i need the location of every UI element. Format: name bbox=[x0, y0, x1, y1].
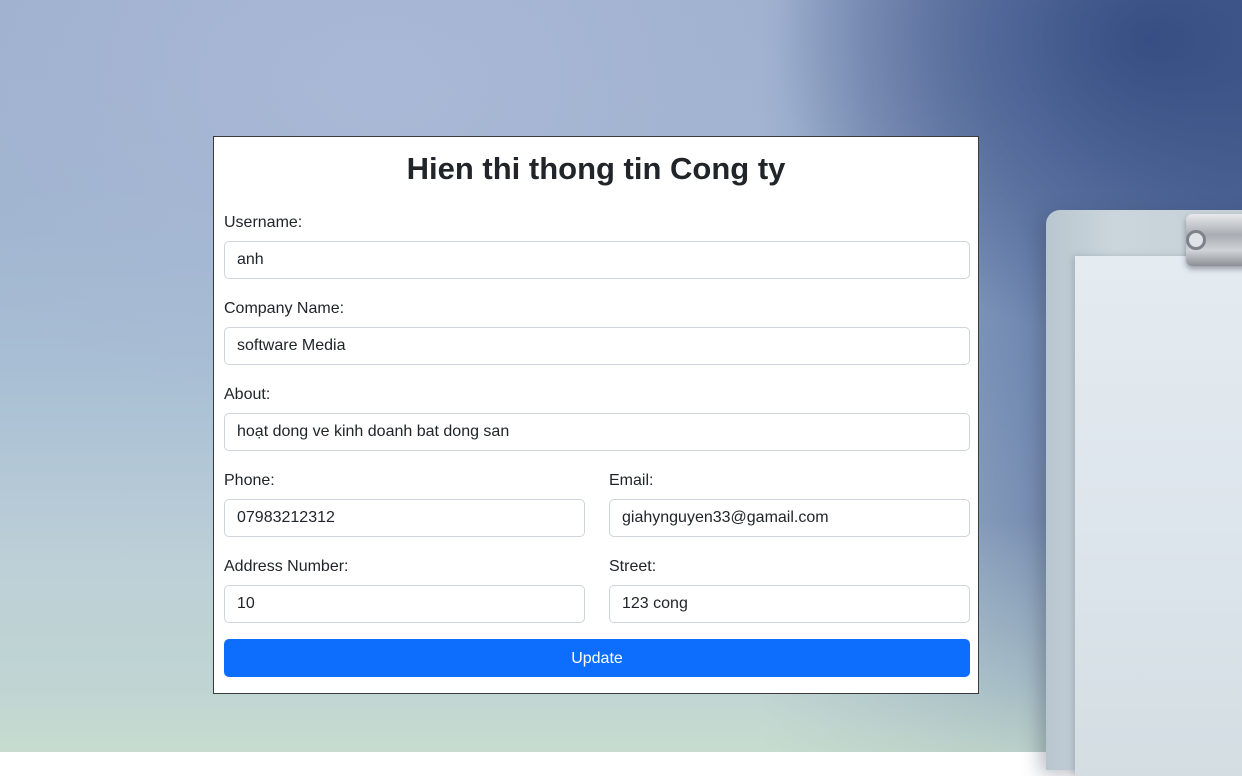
about-label: About: bbox=[224, 386, 271, 403]
about-input[interactable] bbox=[224, 413, 970, 451]
username-input[interactable] bbox=[224, 241, 970, 279]
phone-input[interactable] bbox=[224, 499, 585, 537]
email-label: Email: bbox=[609, 472, 654, 489]
clipboard-paper bbox=[1075, 256, 1242, 776]
phone-label: Phone: bbox=[224, 472, 275, 489]
street-label: Street: bbox=[609, 558, 657, 575]
email-input[interactable] bbox=[609, 499, 970, 537]
company-info-form: Hien thi thong tin Cong ty Username: Com… bbox=[213, 136, 979, 694]
clipboard-clip-ring bbox=[1186, 230, 1206, 250]
username-label: Username: bbox=[224, 214, 303, 231]
street-input[interactable] bbox=[609, 585, 970, 623]
company-name-label: Company Name: bbox=[224, 300, 345, 317]
update-button[interactable]: Update bbox=[224, 639, 970, 677]
address-number-label: Address Number: bbox=[224, 558, 349, 575]
company-name-input[interactable] bbox=[224, 327, 970, 365]
address-number-input[interactable] bbox=[224, 585, 585, 623]
form-title: Hien thi thong tin Cong ty bbox=[406, 151, 786, 186]
